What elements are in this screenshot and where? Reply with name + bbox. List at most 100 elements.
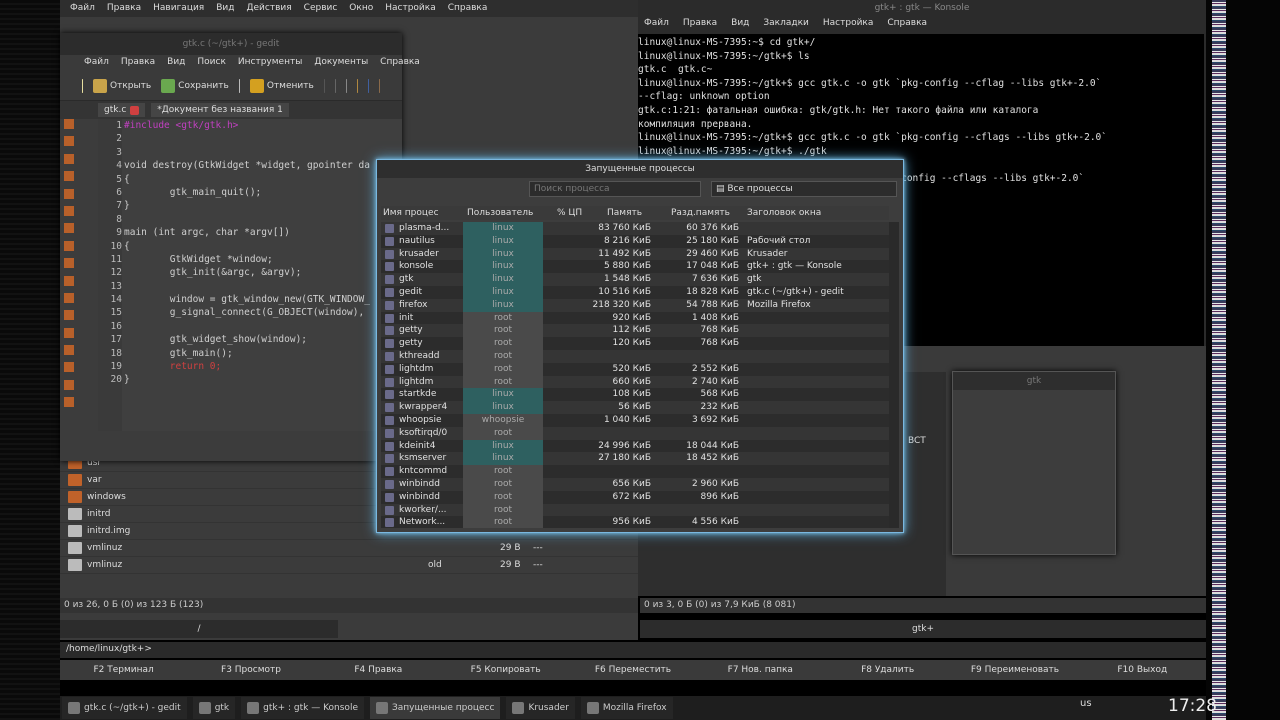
col-name[interactable]: Имя процес xyxy=(383,208,439,218)
menu-item[interactable]: Файл xyxy=(70,3,95,14)
process-row[interactable]: whoopsie whoopsie 1 040 КиБ 3 692 КиБ xyxy=(381,413,889,427)
process-row[interactable]: plasma-d... linux 83 760 КиБ 60 376 КиБ xyxy=(381,222,889,235)
process-row[interactable]: init root 920 КиБ 1 408 КиБ xyxy=(381,311,889,325)
menu-item[interactable]: Справка xyxy=(887,18,927,30)
line-number: 5 xyxy=(116,173,122,185)
menu-item[interactable]: Сервис xyxy=(304,3,338,14)
menu-item[interactable]: Поиск xyxy=(197,57,226,69)
process-row[interactable]: konsole linux 5 880 КиБ 17 048 КиБ gtk+ : gt… xyxy=(381,260,889,274)
undo-button[interactable]: Отменить xyxy=(249,78,314,93)
process-shared-memory: 768 КиБ xyxy=(700,338,739,349)
keyboard-layout[interactable]: us xyxy=(1080,698,1092,709)
terminal-line: компиляция прервана. xyxy=(638,118,753,130)
menu-item[interactable]: Правка xyxy=(121,57,155,69)
taskbar-item[interactable]: gtk+ : gtk — Konsole xyxy=(241,697,364,719)
tab-untitled[interactable]: *Документ без названия 1 xyxy=(151,103,289,117)
taskbar-item[interactable]: gtk.c (~/gtk+) - gedit xyxy=(62,697,187,719)
menu-item[interactable]: Вид xyxy=(731,18,749,30)
process-name: gedit xyxy=(399,286,422,297)
menu-item[interactable]: Навигация xyxy=(153,3,204,14)
copy-icon[interactable] xyxy=(345,78,347,93)
menu-item[interactable]: Действия xyxy=(246,3,291,14)
taskbar-item[interactable]: Mozilla Firefox xyxy=(580,697,673,719)
code-editor[interactable]: 1 2 3 4 5 6 7 8 9 10 11 12 13 14 15 16 17 18 19 20 #include… xyxy=(98,119,402,431)
menu-item[interactable]: Настройка xyxy=(823,18,874,30)
open-button[interactable]: Открыть xyxy=(93,78,151,93)
close-icon[interactable] xyxy=(130,105,140,115)
process-filter-select[interactable]: ▤ Все процессы xyxy=(711,181,897,197)
process-row[interactable]: startkde linux 108 КиБ 568 КиБ xyxy=(381,388,889,402)
fkey-button[interactable]: F6 Переместить xyxy=(569,660,696,680)
process-row[interactable]: kntcommd root xyxy=(381,465,889,478)
fkey-button[interactable]: F7 Нов. папка xyxy=(697,660,824,680)
print-icon[interactable] xyxy=(238,78,240,93)
process-row[interactable]: nautilus linux 8 216 КиБ 25 180 КиБ Рабочий … xyxy=(381,234,889,248)
col-cpu[interactable]: % ЦП xyxy=(557,208,582,218)
paste-icon[interactable] xyxy=(356,78,358,93)
menu-item[interactable]: Вид xyxy=(216,3,234,14)
cut-icon[interactable] xyxy=(334,78,336,93)
menu-item[interactable]: Инструменты xyxy=(238,57,302,69)
fkey-button[interactable]: F5 Копировать xyxy=(442,660,569,680)
menu-item[interactable]: Окно xyxy=(349,3,373,14)
col-user[interactable]: Пользователь xyxy=(467,208,533,218)
left-panel-path[interactable]: / xyxy=(60,620,338,638)
fkey-button[interactable]: F10 Выход xyxy=(1079,660,1206,680)
process-row[interactable]: kworker/... root xyxy=(381,503,889,517)
process-user: linux xyxy=(463,247,543,261)
process-row[interactable]: winbindd root 656 КиБ 2 960 КиБ xyxy=(381,477,889,491)
file-row[interactable]: vmlinuz 29 B --- xyxy=(60,540,638,557)
process-row[interactable]: krusader linux 11 492 КиБ 29 460 КиБ Krusade… xyxy=(381,247,889,261)
clock[interactable]: 17:28 xyxy=(1168,696,1217,716)
fkey-button[interactable]: F9 Переименовать xyxy=(951,660,1078,680)
menu-item[interactable]: Закладки xyxy=(763,18,809,30)
menu-item[interactable]: Вид xyxy=(167,57,185,69)
process-search-input[interactable]: Поиск процесса xyxy=(529,181,701,197)
col-shared[interactable]: Разд.память xyxy=(671,208,730,218)
process-row[interactable]: kwrapper4 linux 56 КиБ 232 КиБ xyxy=(381,401,889,414)
col-memory[interactable]: Память xyxy=(607,208,642,218)
search-icon[interactable] xyxy=(367,78,369,93)
fkey-button[interactable]: F3 Просмотр xyxy=(187,660,314,680)
menu-item[interactable]: Файл xyxy=(644,18,669,30)
process-row[interactable]: lightdm root 660 КиБ 2 740 КиБ xyxy=(381,375,889,389)
process-row[interactable]: ksmserver linux 27 180 КиБ 18 452 КиБ xyxy=(381,452,889,466)
process-row[interactable]: Network... root 956 КиБ 4 556 КиБ xyxy=(381,516,889,528)
process-row[interactable]: lightdm root 520 КиБ 2 552 КиБ xyxy=(381,362,889,376)
process-row[interactable]: kdeinit4 linux 24 996 КиБ 18 044 КиБ xyxy=(381,439,889,453)
fkey-button[interactable]: F4 Правка xyxy=(315,660,442,680)
process-row[interactable]: gedit linux 10 516 КиБ 18 828 КиБ gtk.c (~/g… xyxy=(381,285,889,299)
left-panel-file-icons xyxy=(64,119,78,415)
replace-icon[interactable] xyxy=(378,78,380,93)
process-scrollbar[interactable] xyxy=(889,222,899,528)
taskbar-item[interactable]: Krusader xyxy=(506,697,575,719)
right-panel-path[interactable]: gtk+ xyxy=(640,620,1206,638)
menu-item[interactable]: Справка xyxy=(380,57,420,69)
command-line[interactable]: /home/linux/gtk+> xyxy=(60,642,1206,658)
process-row[interactable]: kthreadd root xyxy=(381,349,889,363)
redo-icon[interactable] xyxy=(323,78,325,93)
process-row[interactable]: firefox linux 218 320 КиБ 54 788 КиБ Mozilla… xyxy=(381,298,889,312)
process-row[interactable]: getty root 112 КиБ 768 КиБ xyxy=(381,324,889,338)
menu-item[interactable]: Документы xyxy=(314,57,368,69)
menu-item[interactable]: Справка xyxy=(448,3,488,14)
process-row[interactable]: winbindd root 672 КиБ 896 КиБ xyxy=(381,490,889,504)
file-size: 29 B xyxy=(500,560,521,570)
col-window-title[interactable]: Заголовок окна xyxy=(747,208,821,218)
fkey-button[interactable]: F2 Терминал xyxy=(60,660,187,680)
taskbar-item[interactable]: Запущенные процесс xyxy=(369,697,501,719)
menu-item[interactable]: Правка xyxy=(107,3,141,14)
process-shared-memory: 7 636 КиБ xyxy=(691,274,739,285)
menu-item[interactable]: Настройка xyxy=(385,3,436,14)
file-row[interactable]: vmlinuz old 29 B --- xyxy=(60,557,638,574)
taskbar-item[interactable]: gtk xyxy=(192,697,236,719)
process-row[interactable]: gtk linux 1 548 КиБ 7 636 КиБ gtk xyxy=(381,273,889,286)
process-row[interactable]: getty root 120 КиБ 768 КиБ xyxy=(381,337,889,350)
tab-gtk-c[interactable]: gtk.c xyxy=(98,103,146,117)
fkey-button[interactable]: F8 Удалить xyxy=(824,660,951,680)
save-button[interactable]: Сохранить xyxy=(161,78,229,93)
process-row[interactable]: ksoftirqd/0 root xyxy=(381,426,889,440)
new-document-icon[interactable] xyxy=(82,78,84,93)
menu-item[interactable]: Правка xyxy=(683,18,717,30)
menu-item[interactable]: Файл xyxy=(84,57,109,69)
